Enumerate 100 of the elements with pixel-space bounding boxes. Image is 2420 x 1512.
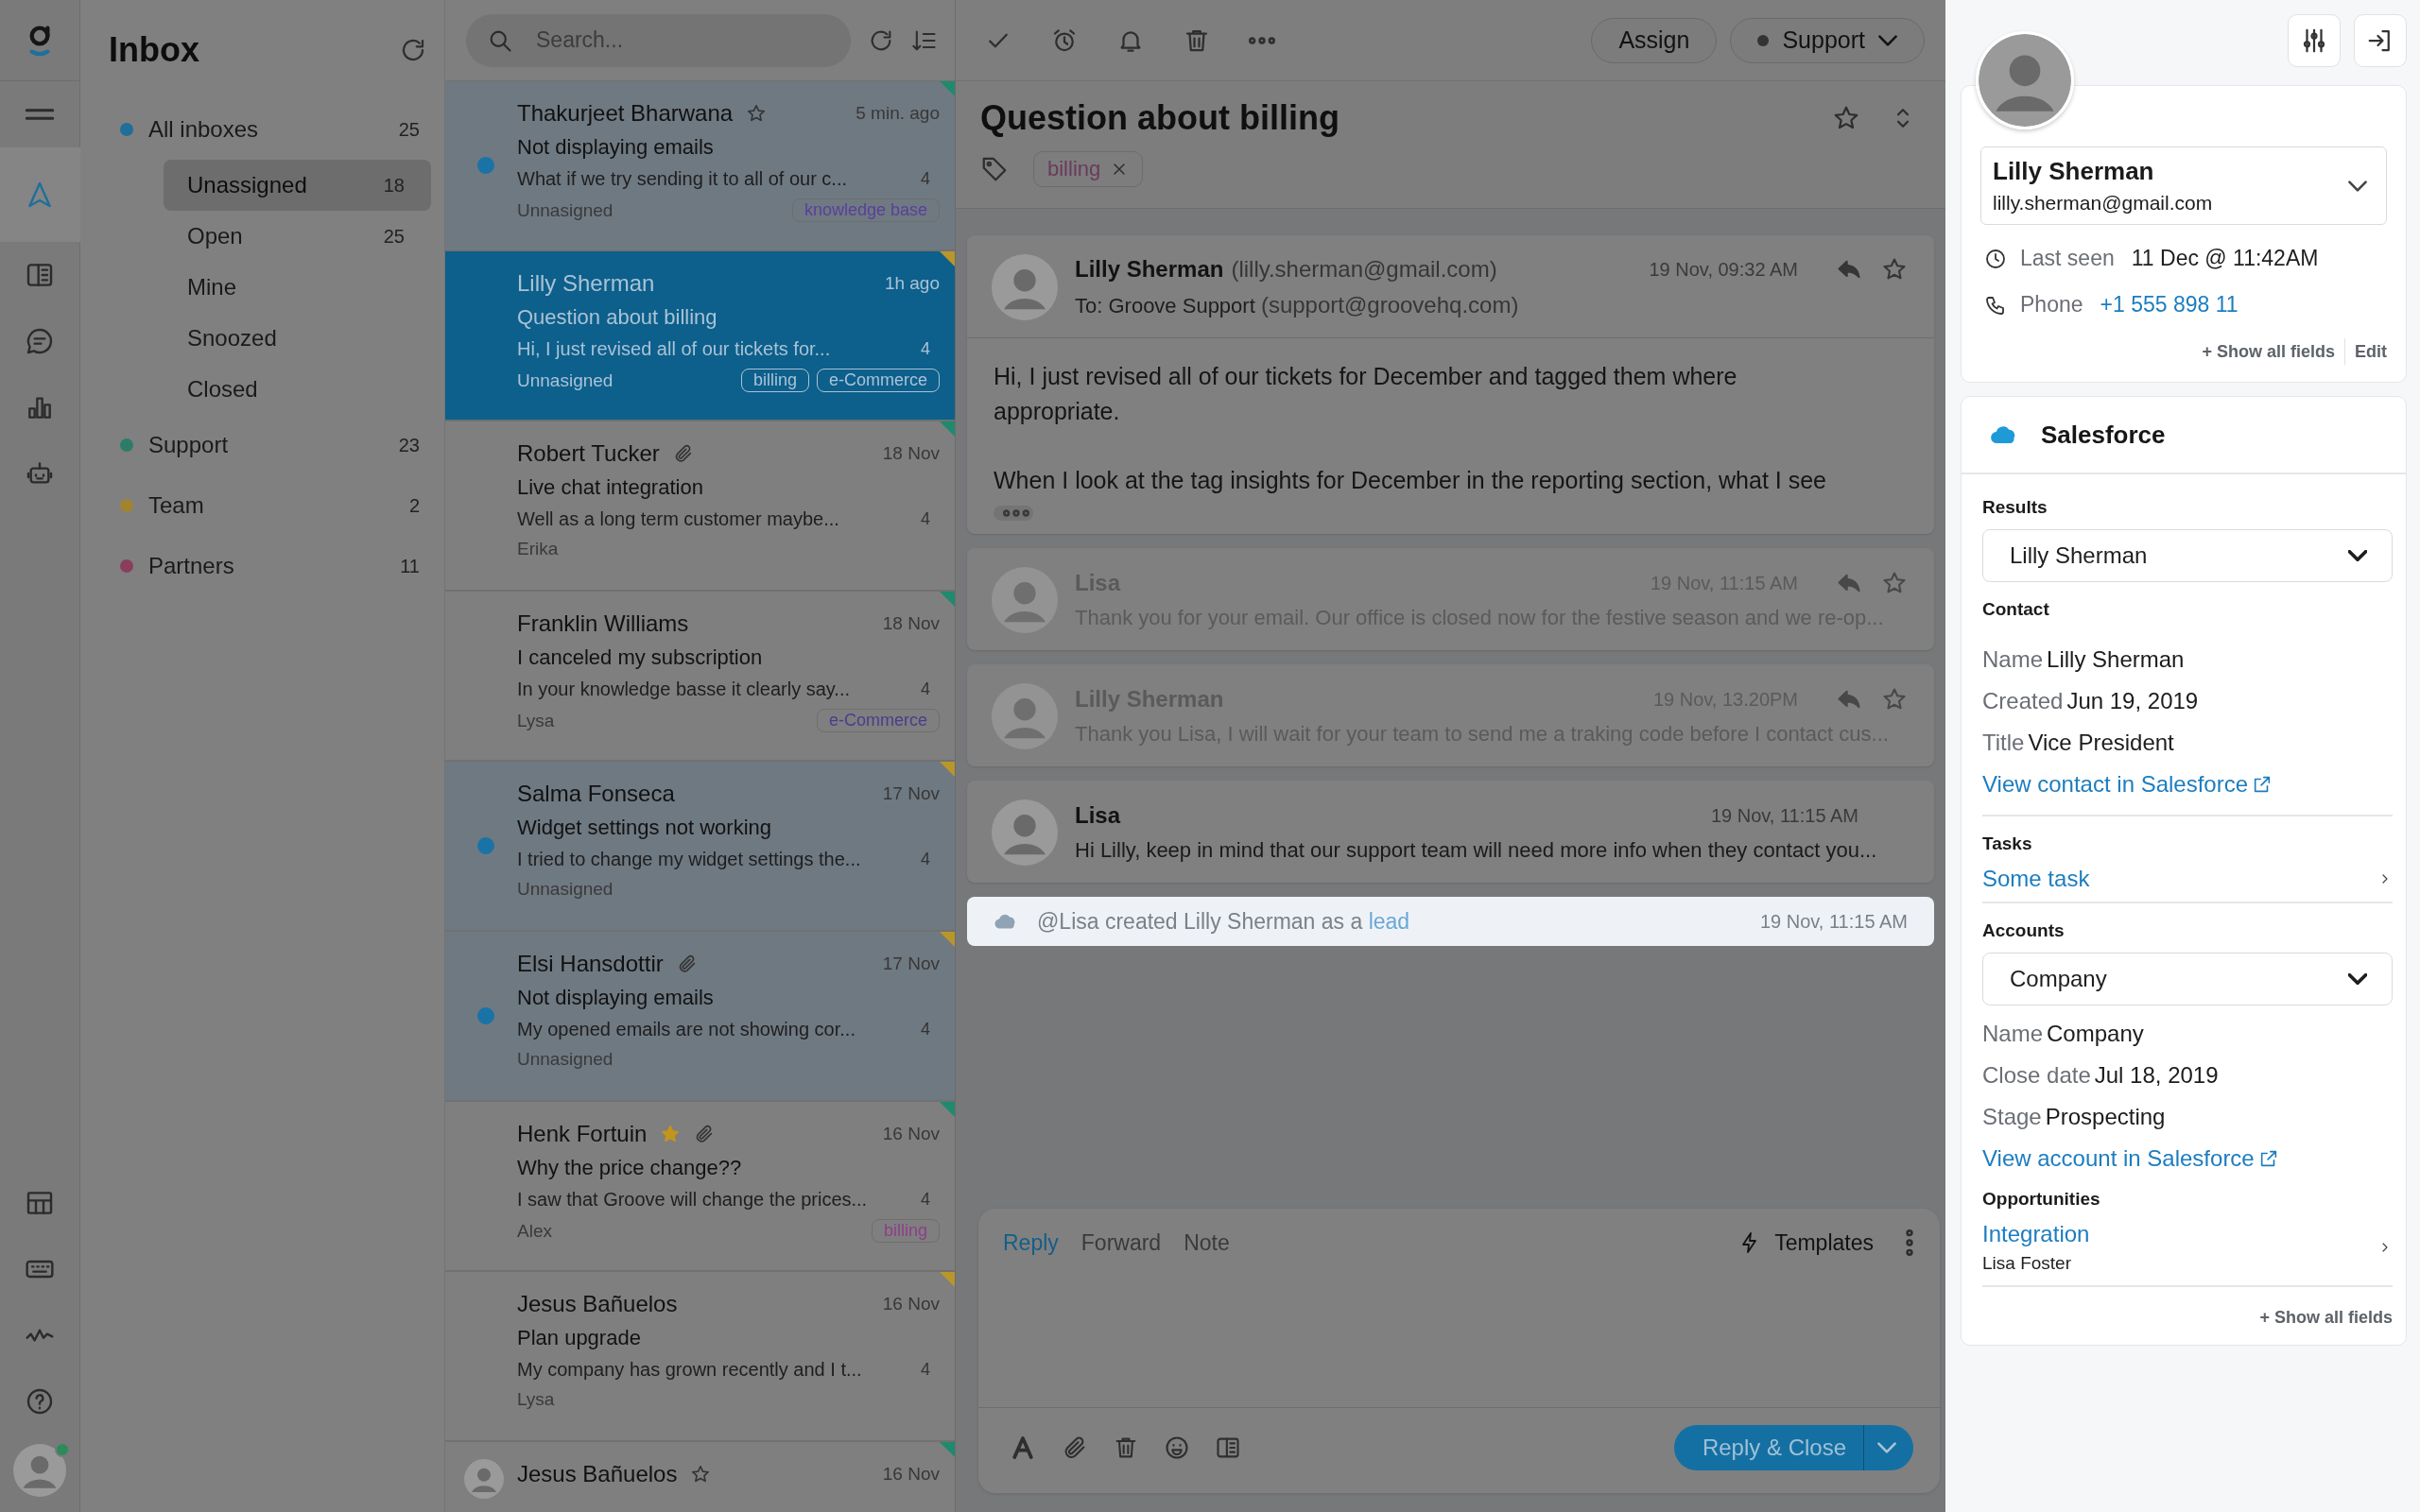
chevron-down-icon [1878, 34, 1897, 46]
sender-name: Jesus Bañuelos [517, 1291, 678, 1317]
task-item[interactable]: Some task [1982, 866, 2393, 903]
mailbox-dropdown[interactable]: Support [1730, 17, 1925, 63]
conversation-time: 16 Nov [882, 1464, 940, 1485]
options-button[interactable] [1906, 1229, 1913, 1256]
sender-name: Henk Fortuin [517, 1121, 648, 1147]
field-value: Jul 18, 2019 [2094, 1062, 2219, 1088]
message-count: 4 [921, 1360, 931, 1380]
accounts-dropdown[interactable]: Company [1982, 953, 2393, 1005]
sender-name: Franklin Williams [517, 610, 689, 637]
folder-item[interactable]: Closed [164, 364, 431, 415]
search-input[interactable]: Search... [534, 26, 830, 54]
conversation-preview: In your knowledge basse it clearly say... [517, 679, 852, 700]
card-title: Salesforce [2041, 420, 2166, 450]
folder-count: 25 [383, 225, 405, 248]
inbox-item[interactable]: Support 23 [109, 415, 431, 475]
folder-label: Open [187, 223, 243, 249]
chat-bubble-icon [25, 326, 55, 356]
conversation-row[interactable]: Thakurjeet Bharwana 5 min. ago Not displaying emails What if we try sending it to all of our c... 4 Unnasigned knowledge base [445, 81, 955, 251]
search-field[interactable]: Search... [466, 13, 851, 67]
more-icon [1003, 509, 1029, 517]
folder-item[interactable]: Mine [164, 262, 431, 313]
contact-dropdown[interactable]: Lilly Sherman lilly.sherman@gmail.com [1980, 146, 2387, 225]
show-all-fields-link[interactable]: + Show all fields [2259, 1308, 2393, 1328]
field-label: Name [1982, 646, 2044, 672]
inbox-label: Team [148, 492, 205, 519]
conversation-time: 16 Nov [882, 1124, 940, 1144]
field-label: Phone [2020, 292, 2083, 318]
field-value: 11 Dec @ 11:42AM [2131, 246, 2319, 271]
message-card[interactable]: Lisa 19 Nov, 11:15 AM Hi Lilly, keep in mind that our support team will need more info when they contact you... [967, 781, 1934, 883]
conversation-time: 18 Nov [882, 443, 940, 464]
view-account-link[interactable]: View account in Salesforce [1982, 1145, 2393, 1172]
field-label: Name [1982, 1021, 2044, 1046]
tag-label: billing [1047, 157, 1101, 181]
show-all-fields-link[interactable]: + Show all fields [2202, 341, 2335, 362]
opportunity-item[interactable]: Integration Lisa Foster [1982, 1221, 2393, 1287]
conversation-preview: My company has grown recently and I t... [517, 1359, 863, 1381]
folder-item[interactable]: Open 25 [164, 211, 431, 262]
folder-label: Mine [187, 274, 237, 301]
show-more-button[interactable] [994, 506, 1033, 521]
tag-badge: e-Commerce [816, 709, 940, 732]
tag-badge: billing [871, 1219, 940, 1243]
message-paragraph: When I look at the tag insights for December in the reporting section, what I see [994, 466, 1828, 495]
emoji-button[interactable] [1164, 1435, 1190, 1461]
edit-link[interactable]: Edit [2355, 341, 2387, 362]
message-card[interactable] [967, 235, 1934, 534]
settings-button[interactable] [2288, 14, 2341, 67]
conversation-preview: I tried to change my widget settings the... [517, 849, 862, 870]
smiley-icon [1164, 1435, 1190, 1461]
conversation-row[interactable]: Lilly Sherman 1h ago Question about billing Hi, I just revised all of our tickets for... 4 Unnasigned billing e-Commerce [445, 251, 955, 421]
message-preview: Hi Lilly, keep in mind that our support team will need more info when they contact you... [1075, 838, 1878, 863]
note-text: @Lisa created Lilly Sherman as a lead [1037, 908, 1410, 935]
folder-item[interactable]: Unassigned 18 [164, 160, 431, 211]
assignee: Unnasigned [517, 199, 614, 221]
sender-name: Thakurjeet Bharwana [517, 100, 734, 127]
results-dropdown[interactable]: Lilly Sherman [1982, 529, 2393, 582]
field-label: Title [1982, 730, 2025, 755]
sender-name: Salma Fonseca [517, 781, 675, 807]
sender-email: (lilly.sherman@gmail.com) [1231, 256, 1497, 283]
send-options-button[interactable] [1864, 1425, 1913, 1470]
conversation-row[interactable]: Elsi Hansdottir 17 Nov Not displaying emails My opened emails are not showing cor... 4 Unnasigned [445, 932, 955, 1102]
message-paragraph: Hi, I just revised all of our tickets for December and tagged them where appropriate. [994, 362, 1738, 426]
recipient: To: Groove Support [1075, 294, 1255, 318]
phone-link[interactable]: +1 555 898 11 [2100, 292, 2238, 318]
chevron-down-icon [2348, 550, 2367, 561]
message-count: 4 [921, 339, 931, 359]
avatar [992, 567, 1058, 633]
field-label: Stage [1982, 1104, 2042, 1129]
field-value: Lilly Sherman [2047, 646, 2185, 672]
tag-badge: knowledge base [791, 198, 940, 222]
reply-close-button[interactable]: Reply & Close [1673, 1425, 1864, 1470]
assignee: Erika [517, 539, 560, 559]
sender-name: Lilly Sherman [517, 270, 655, 297]
composer-tab[interactable]: Note [1184, 1229, 1230, 1256]
view-contact-link[interactable]: View contact in Salesforce [1982, 771, 2393, 798]
section-label: Accounts [1982, 920, 2066, 941]
assign-button[interactable]: Assign [1591, 17, 1718, 63]
inbox-item[interactable]: All inboxes 25 [109, 99, 431, 160]
section-label: Contact [1982, 599, 2050, 620]
inbox-item[interactable]: Team 2 [109, 475, 431, 536]
lead-link[interactable]: lead [1368, 908, 1410, 934]
tag-badge: e-Commerce [816, 369, 940, 392]
sender-name: Elsi Hansdottir [517, 951, 664, 977]
collapse-panel-button[interactable] [2354, 14, 2407, 67]
inbox-item[interactable]: Partners 11 [109, 536, 431, 596]
conversation-subject: Question about billing [517, 305, 718, 330]
composer-tab[interactable]: Forward [1080, 1229, 1162, 1256]
field-label: Created [1982, 688, 2064, 713]
folder-item[interactable]: Snoozed [164, 313, 431, 364]
user-avatar[interactable] [13, 1444, 66, 1497]
contact-email: lilly.sherman@gmail.com [1993, 192, 2214, 215]
message-count: 4 [921, 679, 931, 699]
folder-label: Unassigned [187, 172, 307, 198]
inbox-count: 11 [400, 555, 420, 577]
conversation-time: 17 Nov [882, 783, 940, 804]
more-button[interactable] [1249, 36, 1275, 44]
conversation-row[interactable]: Salma Fonseca 17 Nov Widget settings not working I tried to change my widget settings the... 4 Unnasigned [445, 762, 955, 932]
templates-button[interactable]: Templates [1738, 1229, 1874, 1256]
inbox-label: Support [148, 432, 230, 458]
